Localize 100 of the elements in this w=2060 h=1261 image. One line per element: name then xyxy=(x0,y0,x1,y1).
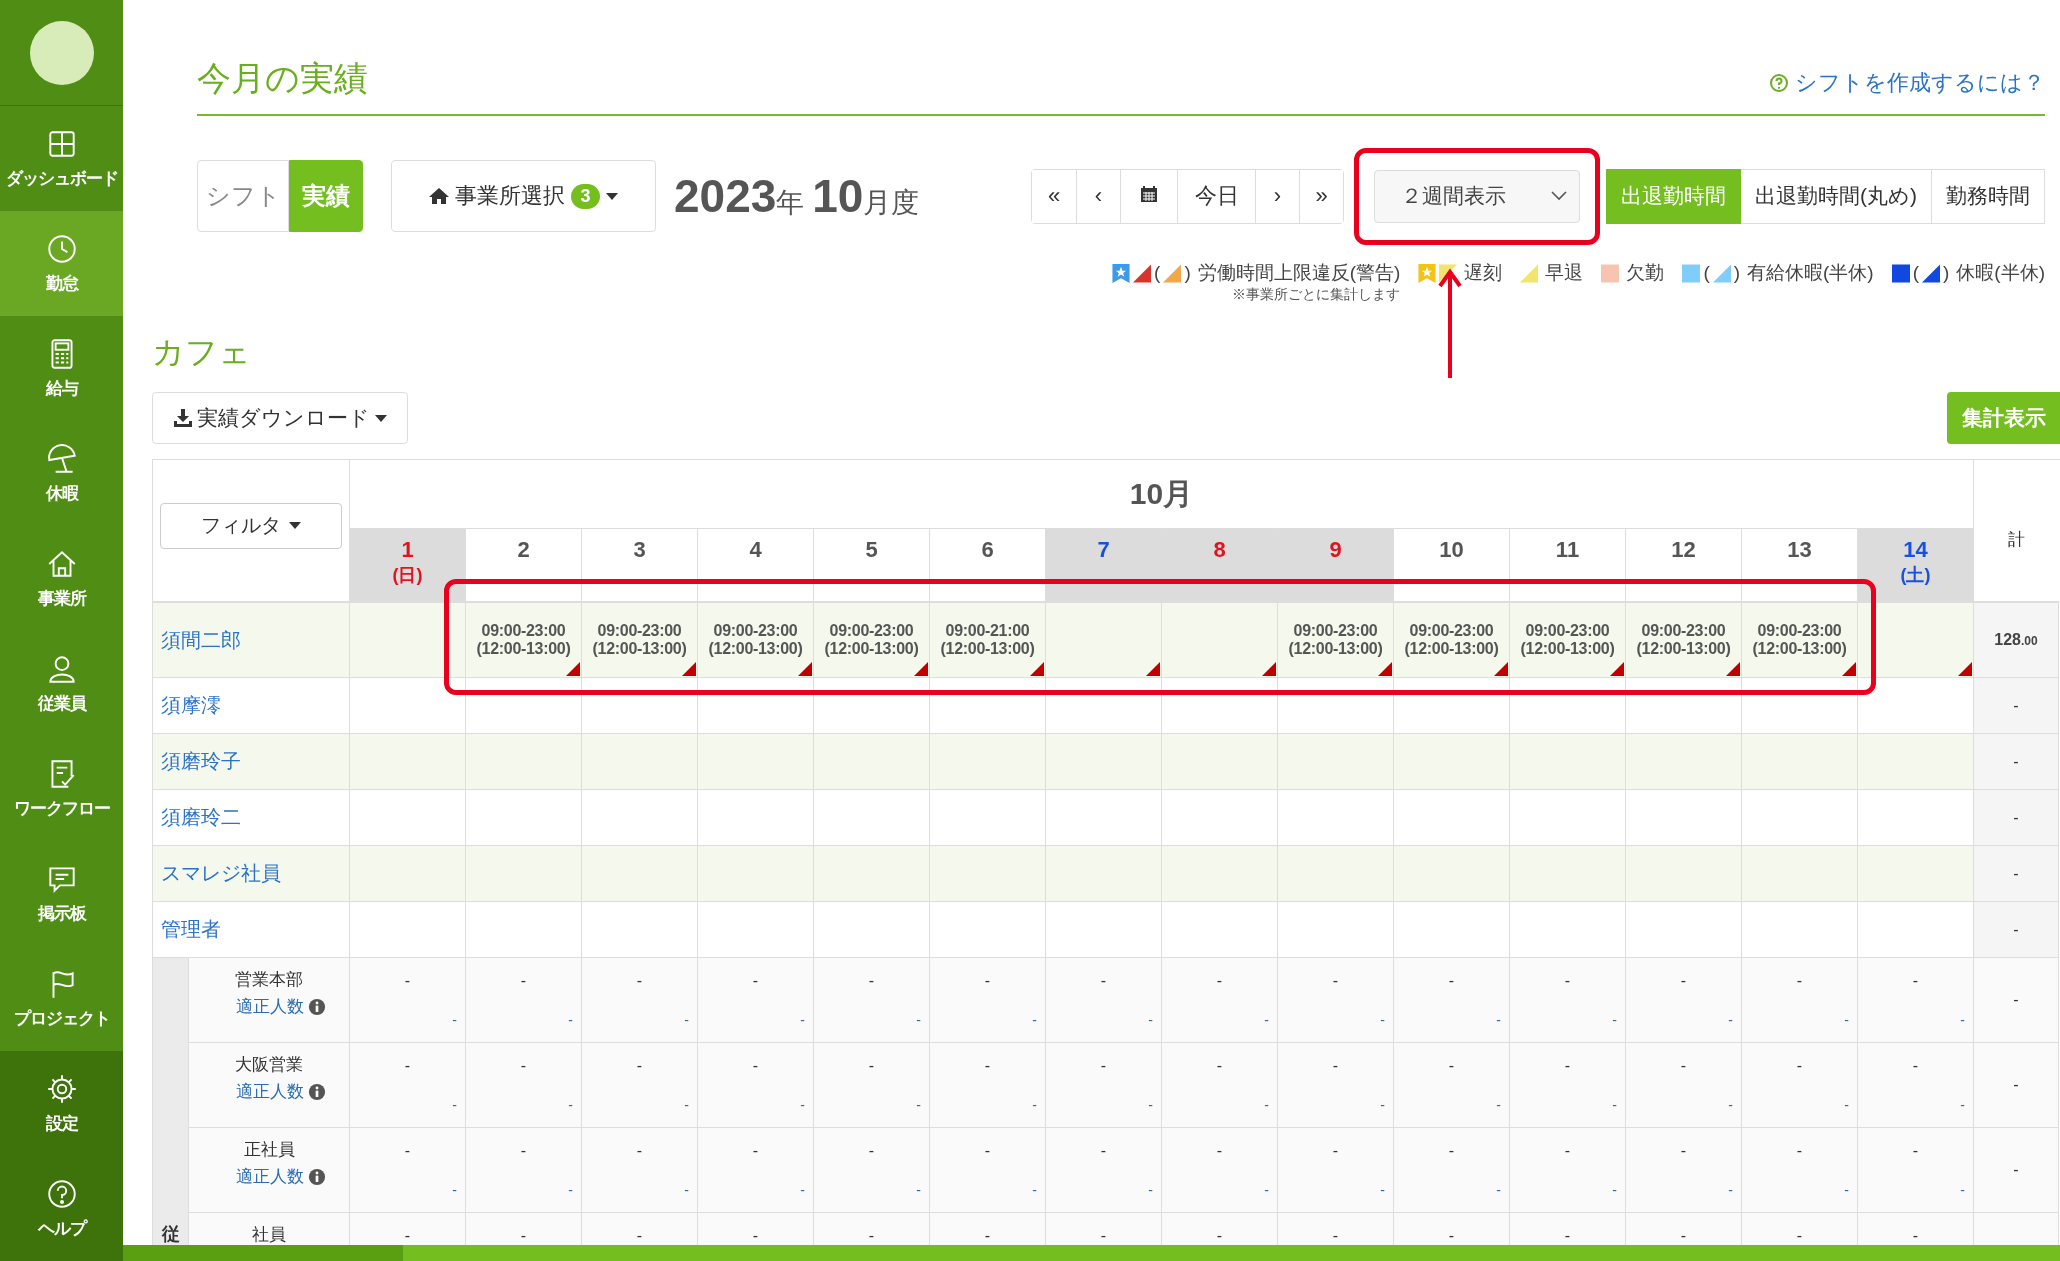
count-text: - xyxy=(1332,1142,1339,1161)
proper-count-link[interactable]: 適正人数 xyxy=(236,1080,304,1103)
calendar-icon[interactable] xyxy=(1140,185,1158,203)
proper-count-link[interactable]: 適正人数 xyxy=(236,995,304,1018)
count-text: - xyxy=(868,1227,875,1246)
proper-count-text: - xyxy=(568,1012,573,1028)
shift-time-text: 09:00-23:00 (12:00-13:00) xyxy=(592,622,687,658)
warning-corner-icon xyxy=(682,662,696,676)
nav-button[interactable]: » xyxy=(1299,169,1343,223)
sidebar-item[interactable]: ヘルプ xyxy=(0,1156,123,1261)
month-header: 10月 xyxy=(1129,475,1194,512)
warning-corner-icon xyxy=(1842,662,1856,676)
sidebar-item[interactable]: ワークフロー xyxy=(0,736,123,841)
count-text: - xyxy=(752,972,759,991)
total-text: - xyxy=(2013,752,2019,771)
proper-count-text: - xyxy=(800,1097,805,1113)
employee-name-link[interactable]: 須磨玲子 xyxy=(161,748,241,775)
count-text: - xyxy=(1564,972,1571,991)
proper-count-text: - xyxy=(1612,1097,1617,1113)
count-text: - xyxy=(1680,972,1687,991)
scrollbar[interactable] xyxy=(123,1245,2060,1261)
proper-count-text: - xyxy=(1148,1012,1153,1028)
count-text: - xyxy=(984,972,991,991)
mode-tab[interactable]: シフト xyxy=(197,160,289,232)
help-icon[interactable] xyxy=(1769,73,1789,93)
legend-label: 早退 xyxy=(1545,261,1584,285)
count-text: - xyxy=(1796,1057,1803,1076)
warning-corner-icon xyxy=(1262,662,1276,676)
count-text: - xyxy=(1564,1057,1571,1076)
weekday-header: (日) xyxy=(392,564,423,587)
proper-count-text: - xyxy=(1960,1097,1965,1113)
proper-count-text: - xyxy=(1612,1182,1617,1198)
info-icon[interactable] xyxy=(308,997,326,1016)
group-side-label: 従 xyxy=(161,1223,180,1246)
employee-name-link[interactable]: 管理者 xyxy=(161,916,221,943)
total-text: - xyxy=(2013,696,2019,715)
sidebar-item[interactable]: 従業員 xyxy=(0,631,123,736)
total-header: 計 xyxy=(2008,529,2025,551)
office-select-button[interactable]: 事業所選択 3 xyxy=(391,160,656,232)
sidebar-item[interactable]: 給与 xyxy=(0,316,123,421)
download-icon[interactable] xyxy=(173,409,192,427)
count-text: - xyxy=(1332,1227,1339,1246)
count-text: - xyxy=(984,1227,991,1246)
legend-label: 休暇(半休) xyxy=(1956,261,2045,285)
proper-count-text: - xyxy=(1148,1097,1153,1113)
count-text: - xyxy=(1912,1142,1919,1161)
proper-count-text: - xyxy=(1380,1182,1385,1198)
proper-count-text: - xyxy=(1380,1012,1385,1028)
sidebar-item[interactable]: プロジェクト xyxy=(0,946,123,1051)
sidebar-item[interactable]: 設定 xyxy=(0,1051,123,1156)
caret-icon[interactable] xyxy=(374,414,387,422)
info-icon[interactable] xyxy=(308,1082,326,1101)
count-text: - xyxy=(1912,972,1919,991)
shift-time-text: 09:00-23:00 (12:00-13:00) xyxy=(476,622,571,658)
info-icon[interactable] xyxy=(308,1167,326,1186)
date-header: 3 xyxy=(633,537,646,563)
employee-name-link[interactable]: 須間二郎 xyxy=(161,626,241,654)
count-text: - xyxy=(636,1227,643,1246)
warning-corner-icon xyxy=(1378,662,1392,676)
proper-count-text: - xyxy=(684,1182,689,1198)
proper-count-text: - xyxy=(916,1012,921,1028)
page-title: 今月の実績 xyxy=(197,58,368,99)
download-button[interactable]: 実績ダウンロード xyxy=(152,392,408,444)
filter-button[interactable]: フィルタ xyxy=(160,502,342,549)
caret-icon[interactable] xyxy=(289,522,301,529)
date-header: 10 xyxy=(1439,537,1464,563)
chevron-down-icon[interactable] xyxy=(1551,191,1567,201)
time-mode-tab[interactable]: 勤務時間 xyxy=(1932,168,2045,224)
proper-count-text: - xyxy=(916,1097,921,1113)
proper-count-link[interactable]: 適正人数 xyxy=(236,1165,304,1188)
sidebar-item[interactable]: 事業所 xyxy=(0,526,123,631)
period-title: 2023年 10月度 xyxy=(674,169,920,223)
count-text: - xyxy=(1448,1057,1455,1076)
employee-name-link[interactable]: 須摩澪 xyxy=(161,692,221,719)
date-header: 5 xyxy=(865,537,878,563)
proper-count-text: - xyxy=(1728,1182,1733,1198)
employee-name-link[interactable]: 須磨玲二 xyxy=(161,804,241,831)
help-link[interactable]: シフトを作成するには？ xyxy=(1769,68,2045,102)
view-select[interactable]: ２週間表示 xyxy=(1374,169,1580,223)
time-mode-tab[interactable]: 出退勤時間(丸め) xyxy=(1741,168,1932,224)
sidebar-item[interactable]: ダッシュボード xyxy=(0,106,123,211)
count-text: - xyxy=(1796,972,1803,991)
sidebar-item[interactable]: 勤怠 xyxy=(0,211,123,316)
count-text: - xyxy=(868,1057,875,1076)
sidebar-item[interactable]: 休暇 xyxy=(0,421,123,526)
house-icon[interactable] xyxy=(429,187,450,205)
count-text: - xyxy=(1796,1227,1803,1246)
sidebar-item[interactable]: 掲示板 xyxy=(0,841,123,946)
proper-count-text: - xyxy=(568,1182,573,1198)
count-text: - xyxy=(520,1142,527,1161)
proper-count-text: - xyxy=(1380,1097,1385,1113)
count-text: - xyxy=(404,1227,411,1246)
legend-label: 欠勤 xyxy=(1626,261,1665,285)
count-text: - xyxy=(1100,1227,1107,1246)
shift-time-text: 09:00-23:00 (12:00-13:00) xyxy=(1288,622,1383,658)
date-header: 8 xyxy=(1213,537,1226,563)
total-text: - xyxy=(2013,1161,2019,1179)
employee-name-link[interactable]: スマレジ社員 xyxy=(161,860,281,887)
count-text: - xyxy=(1216,1227,1223,1246)
caret-icon[interactable] xyxy=(605,192,618,200)
